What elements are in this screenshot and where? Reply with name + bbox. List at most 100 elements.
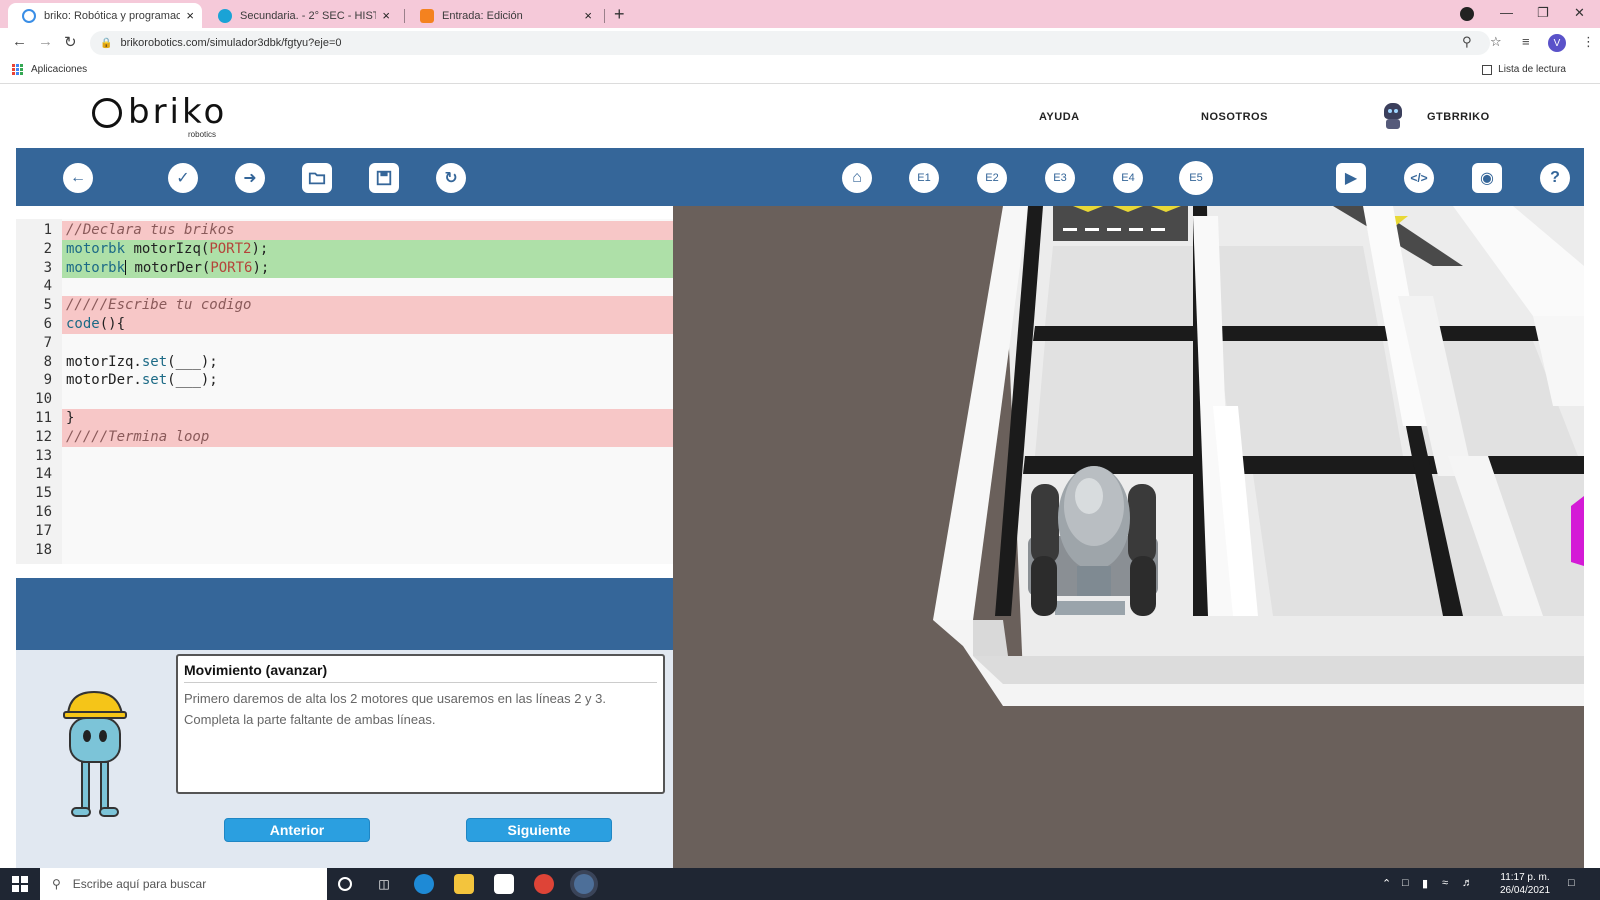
nav-help-link[interactable]: AYUDA bbox=[1039, 111, 1080, 123]
code-line[interactable]: 12 /////Termina loop bbox=[16, 427, 673, 447]
lesson-panel: Movimiento (avanzar) Primero daremos de … bbox=[16, 650, 673, 868]
mascot-robot-icon bbox=[63, 690, 127, 817]
lesson-card: Movimiento (avanzar) Primero daremos de … bbox=[176, 654, 665, 794]
play-icon[interactable]: ▶ bbox=[1336, 163, 1366, 193]
tab-title: briko: Robótica y programación p bbox=[44, 9, 181, 22]
browser-tab-strip: briko: Robótica y programación p × Secun… bbox=[0, 0, 1600, 28]
save-disk-icon[interactable] bbox=[369, 163, 399, 193]
media-icon[interactable]: ≡ bbox=[1522, 34, 1530, 49]
chrome-icon[interactable] bbox=[534, 874, 554, 894]
nav-about-link[interactable]: NOSOTROS bbox=[1201, 111, 1268, 123]
simulator-toolbar: ← ✓ ➜ ↻ ⌂ E1 E2 E3 E4 E5 ▶ </> ◉ ? bbox=[16, 148, 1584, 206]
menu-dots-icon[interactable]: ⋮ bbox=[1582, 34, 1595, 50]
next-button[interactable]: Siguiente bbox=[466, 818, 612, 842]
code-view-icon[interactable]: </> bbox=[1404, 163, 1434, 193]
windows-start-icon[interactable] bbox=[12, 876, 28, 892]
code-line[interactable]: 10 bbox=[16, 390, 673, 409]
code-line[interactable]: 4 bbox=[16, 277, 673, 296]
level-e1-button[interactable]: E1 bbox=[909, 163, 939, 193]
code-line[interactable]: 3 motorbk motorDer(PORT6); bbox=[16, 258, 673, 278]
tab-separator bbox=[604, 9, 605, 23]
key-icon[interactable]: ⚲ bbox=[1462, 34, 1472, 50]
code-line[interactable]: 5 /////Escribe tu codigo bbox=[16, 296, 673, 316]
line-number: 7 bbox=[43, 334, 52, 351]
close-tab-icon[interactable]: × bbox=[186, 8, 194, 23]
apps-shortcut[interactable]: Aplicaciones bbox=[12, 64, 87, 75]
bookmark-star-icon[interactable]: ☆ bbox=[1490, 34, 1502, 50]
upload-icon[interactable]: ➜ bbox=[235, 163, 265, 193]
reading-list[interactable]: Lista de lectura bbox=[1482, 64, 1566, 75]
wifi-icon[interactable]: ≈ bbox=[1442, 877, 1448, 889]
reset-sync-icon[interactable]: ↻ bbox=[436, 163, 466, 193]
line-number: 11 bbox=[35, 410, 52, 426]
browser-tab-secundaria[interactable]: Secundaria. - 2° SEC - HISTORIA × bbox=[204, 3, 398, 28]
briko-logo[interactable]: briko robotics bbox=[90, 92, 240, 142]
reload-icon[interactable]: ↻ bbox=[64, 33, 77, 51]
code-line[interactable]: 2 motorbk motorIzq(PORT2); bbox=[16, 239, 673, 259]
taskbar-search[interactable]: ⚲ Escribe aquí para buscar bbox=[40, 868, 327, 900]
level-e5-button[interactable]: E5 bbox=[1181, 163, 1211, 193]
restore-icon[interactable]: ❐ bbox=[1537, 5, 1549, 21]
level-e2-button[interactable]: E2 bbox=[977, 163, 1007, 193]
url-bar[interactable]: 🔒 brikorobotics.com/simulador3dbk/fgtyu?… bbox=[90, 31, 1490, 55]
lesson-title: Movimiento (avanzar) bbox=[184, 662, 328, 678]
close-tab-icon[interactable]: × bbox=[584, 8, 592, 23]
code-line[interactable]: 14 bbox=[16, 465, 673, 484]
taskbar-clock[interactable]: 11:17 p. m. 26/04/2021 bbox=[1500, 871, 1550, 897]
previous-button[interactable]: Anterior bbox=[224, 818, 370, 842]
profile-avatar[interactable]: V bbox=[1548, 34, 1566, 52]
edge-icon[interactable] bbox=[414, 874, 434, 894]
level-e4-button[interactable]: E4 bbox=[1113, 163, 1143, 193]
open-folder-icon[interactable] bbox=[302, 163, 332, 193]
line-number: 17 bbox=[35, 522, 52, 539]
code-line[interactable]: 9 motorDer.set(___); bbox=[16, 371, 673, 390]
code-line[interactable]: 11} bbox=[16, 409, 673, 428]
board-front-rim bbox=[973, 656, 1584, 684]
browser-tab-briko[interactable]: briko: Robótica y programación p × bbox=[8, 3, 202, 28]
minimize-icon[interactable]: — bbox=[1500, 5, 1513, 20]
camera-icon[interactable]: ◉ bbox=[1472, 163, 1502, 193]
tray-device-icon[interactable]: □ bbox=[1402, 877, 1409, 889]
clock-date: 26/04/2021 bbox=[1500, 885, 1551, 896]
code-text: /////Escribe tu codigo bbox=[66, 297, 252, 314]
output-console bbox=[16, 578, 673, 650]
file-explorer-icon[interactable] bbox=[454, 874, 474, 894]
code-line[interactable]: 6 code(){ bbox=[16, 315, 673, 334]
code-line[interactable]: 15 bbox=[16, 484, 673, 503]
code-line[interactable]: 17 bbox=[16, 522, 673, 541]
new-tab-button[interactable]: + bbox=[614, 4, 625, 25]
lesson-divider bbox=[184, 682, 657, 683]
help-question-icon[interactable]: ? bbox=[1540, 163, 1570, 193]
battery-icon[interactable]: ▮ bbox=[1422, 877, 1428, 890]
logo-ring-icon bbox=[92, 98, 122, 128]
logo-text: briko bbox=[128, 92, 228, 132]
notifications-icon[interactable]: □ bbox=[1568, 877, 1575, 889]
cortana-icon[interactable] bbox=[338, 877, 352, 891]
tab-search-icon[interactable] bbox=[1460, 7, 1474, 21]
home-icon[interactable]: ⌂ bbox=[842, 163, 872, 193]
level-e3-button[interactable]: E3 bbox=[1045, 163, 1075, 193]
tray-chevron-icon[interactable]: ⌃ bbox=[1382, 877, 1391, 890]
verify-check-icon[interactable]: ✓ bbox=[168, 163, 198, 193]
browser-tab-entrada[interactable]: Entrada: Edición × bbox=[406, 3, 600, 28]
back-arrow-icon[interactable]: ← bbox=[63, 163, 93, 193]
code-line[interactable]: 7 bbox=[16, 334, 673, 353]
volume-icon[interactable]: ♬ bbox=[1462, 877, 1473, 889]
user-avatar[interactable] bbox=[1380, 101, 1406, 131]
code-line[interactable]: 8 motorIzq.set(___); bbox=[16, 353, 673, 372]
code-line[interactable]: 13 bbox=[16, 447, 673, 466]
close-window-icon[interactable]: ✕ bbox=[1574, 5, 1585, 21]
simulator-3d-view[interactable] bbox=[673, 206, 1584, 868]
code-text: code(){ bbox=[66, 316, 126, 332]
back-icon[interactable]: ← bbox=[12, 33, 27, 50]
close-tab-icon[interactable]: × bbox=[382, 8, 390, 23]
code-line[interactable]: 1 //Declara tus brikos bbox=[16, 221, 673, 240]
code-line[interactable]: 18 bbox=[16, 541, 673, 560]
code-line[interactable]: 16 bbox=[16, 503, 673, 522]
forward-icon[interactable]: → bbox=[38, 33, 53, 50]
store-icon[interactable] bbox=[494, 874, 514, 894]
chrome-profile-icon[interactable] bbox=[574, 874, 594, 894]
code-editor[interactable]: 1 //Declara tus brikos 2 motorbk motorIzq(P… bbox=[16, 219, 673, 564]
task-view-icon[interactable]: ◫ bbox=[374, 874, 394, 894]
username-label[interactable]: GTBRRIKO bbox=[1427, 111, 1490, 123]
